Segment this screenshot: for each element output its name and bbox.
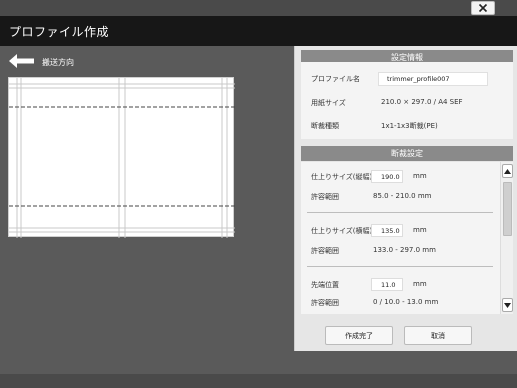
- chevron-up-icon: [504, 168, 511, 174]
- profile-name-label: プロファイル名: [311, 75, 360, 83]
- scroll-thumb[interactable]: [503, 182, 512, 236]
- close-icon: [478, 3, 488, 13]
- feed-direction-label: 搬送方向: [42, 58, 74, 67]
- chevron-down-icon: [504, 302, 511, 308]
- divider: [307, 212, 493, 213]
- paper-size-value: 210.0 × 297.0 / A4 SEF: [381, 98, 463, 106]
- finish-height-range: 85.0 - 210.0 mm: [373, 192, 432, 200]
- cut-preview: [8, 77, 235, 238]
- title-bar: プロファイル作成: [0, 16, 517, 46]
- paper-size-label: 用紙サイズ: [311, 99, 346, 107]
- lead-position-range-label: 許容範囲: [311, 299, 339, 307]
- scroll-down-button[interactable]: [502, 298, 513, 312]
- lead-position-range: 0 / 10.0 - 13.0 mm: [373, 298, 439, 306]
- cut-settings-list: 仕上りサイズ(縦幅) 190.0 mm 許容範囲 85.0 - 210.0 mm…: [301, 162, 513, 314]
- cut-type-value: 1x1-1x3断裁(PE): [381, 122, 438, 130]
- lead-position-input[interactable]: 11.0: [371, 278, 403, 291]
- cut-type-label: 断裁種類: [311, 122, 339, 130]
- scroll-up-button[interactable]: [502, 164, 513, 178]
- scrollbar[interactable]: [500, 162, 513, 314]
- profile-name-field[interactable]: trimmer_profile007: [378, 72, 488, 86]
- lead-position-label: 先端位置: [311, 281, 339, 289]
- finish-width-input[interactable]: 135.0: [371, 224, 403, 237]
- create-complete-button[interactable]: 作成完了: [325, 326, 393, 345]
- window-title: プロファイル作成: [9, 25, 110, 39]
- lead-position-unit: mm: [413, 280, 427, 288]
- finish-height-input[interactable]: 190.0: [371, 170, 403, 183]
- bottom-strip: [0, 374, 517, 388]
- finish-width-range: 133.0 - 297.0 mm: [373, 246, 436, 254]
- cut-settings-header: 断裁設定: [301, 146, 513, 161]
- settings-panel: 設定情報 プロファイル名 trimmer_profile007 用紙サイズ 21…: [294, 46, 517, 351]
- finish-width-range-label: 許容範囲: [311, 247, 339, 255]
- top-strip: [0, 0, 517, 16]
- finish-width-unit: mm: [413, 226, 427, 234]
- finish-width-label: 仕上りサイズ(横幅): [311, 227, 373, 235]
- finish-height-label: 仕上りサイズ(縦幅): [311, 173, 373, 181]
- finish-height-unit: mm: [413, 172, 427, 180]
- finish-height-range-label: 許容範囲: [311, 193, 339, 201]
- cancel-button[interactable]: 取消: [404, 326, 472, 345]
- settings-info-box: プロファイル名 trimmer_profile007 用紙サイズ 210.0 ×…: [301, 62, 513, 139]
- close-button[interactable]: [471, 1, 495, 15]
- divider: [307, 266, 493, 267]
- left-arrow-icon: [9, 54, 34, 68]
